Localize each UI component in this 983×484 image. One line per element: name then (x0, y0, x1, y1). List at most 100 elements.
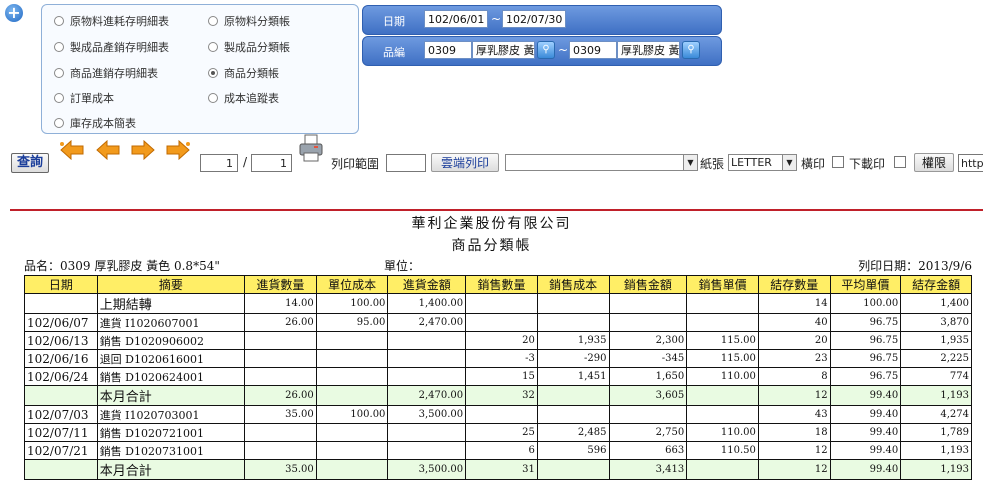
table-cell (244, 349, 317, 368)
download-checkbox[interactable] (894, 156, 906, 168)
monthly-subtotal-row: 本月合計 35.00 3,500.00 31 3,413 12 99.40 1,193 (24, 459, 972, 480)
column-header: 銷售成本 (536, 275, 610, 294)
table-cell: 1,193 (900, 441, 972, 460)
option-product-inventory[interactable]: 製成品產銷存明細表 (54, 39, 169, 55)
table-cell (315, 459, 389, 480)
paper-label: 紙張 (700, 157, 725, 171)
printer-select[interactable]: ▼ (505, 154, 698, 171)
option-goods-inventory[interactable]: 商品進銷存明細表 (54, 65, 158, 81)
option-order-cost[interactable]: 訂單成本 (54, 90, 114, 106)
radio-icon[interactable] (54, 16, 64, 26)
table-cell (24, 459, 98, 480)
paper-select-value: LETTER (731, 156, 772, 169)
table-cell (387, 423, 467, 442)
table-cell (315, 367, 389, 386)
cloud-print-button[interactable]: 雲端列印 (431, 153, 499, 172)
table-cell (387, 441, 467, 460)
query-button[interactable]: 查詢 (11, 153, 49, 173)
table-cell: 1,935 (900, 331, 972, 350)
current-page-input[interactable]: 1 (200, 154, 238, 172)
item-filter-panel: 品編 0309 厚乳膠皮 黃 ⚲ ~ 0309 厚乳膠皮 黃 ⚲ (362, 36, 722, 66)
table-header: 日期 摘要 進貨數量 單位成本 進貨金額 銷售數量 銷售成本 銷售金額 銷售單價 結存數量 平均單價… (24, 275, 972, 294)
table-cell (536, 313, 610, 332)
table-cell: 本月合計 (96, 385, 246, 406)
table-cell: 115.00 (686, 349, 759, 368)
date-from-input[interactable]: 102/06/01 (424, 10, 488, 28)
table-cell: 進貨 I1020703001 (96, 405, 246, 424)
column-header: 單位成本 (315, 275, 389, 294)
table-cell: 3,500.00 (387, 459, 467, 480)
option-inventory-cost-summary[interactable]: 庫存成本簡表 (54, 115, 136, 131)
prev-page-icon[interactable] (95, 140, 121, 160)
printer-icon[interactable] (298, 133, 324, 163)
table-cell: -290 (536, 349, 610, 368)
unit-label: 單位： (384, 259, 421, 273)
radio-icon[interactable] (54, 68, 64, 78)
option-material-ledger[interactable]: 原物料分類帳 (208, 13, 290, 29)
table-cell: 100.00 (315, 293, 389, 314)
radio-icon[interactable] (54, 93, 64, 103)
table-cell: 1,451 (536, 367, 610, 386)
table-cell (244, 423, 317, 442)
radio-icon[interactable] (208, 93, 218, 103)
table-cell: 6 (465, 441, 538, 460)
table-cell: 18 (757, 423, 831, 442)
table-cell: -3 (465, 349, 538, 368)
print-range-label: 列印範圍 (331, 157, 380, 171)
table-cell: 43 (757, 405, 831, 424)
table-cell: 596 (536, 441, 610, 460)
table-cell: 20 (757, 331, 831, 350)
table-cell (315, 441, 389, 460)
option-cost-tracking[interactable]: 成本追蹤表 (208, 90, 279, 106)
table-cell (315, 385, 389, 406)
table-cell: 1,400.00 (387, 293, 467, 314)
table-cell (536, 293, 610, 314)
table-row: 102/06/16 退回 D1020616001 -3 -290 -345 115.00 2… (24, 349, 972, 368)
radio-icon[interactable] (54, 42, 64, 52)
option-goods-ledger[interactable]: 商品分類帳 (208, 65, 279, 81)
landscape-checkbox[interactable] (832, 156, 844, 168)
table-cell: 110.50 (686, 441, 759, 460)
table-cell: 96.75 (829, 349, 902, 368)
column-header: 平均單價 (829, 275, 902, 294)
permission-button[interactable]: 權限 (914, 153, 954, 172)
item-from-name-input[interactable]: 厚乳膠皮 黃 (472, 41, 535, 59)
item-to-name-input[interactable]: 厚乳膠皮 黃 (617, 41, 680, 59)
item-to-code-input[interactable]: 0309 (569, 41, 617, 59)
table-cell: 本月合計 (96, 459, 246, 480)
option-material-consumption[interactable]: 原物料進耗存明細表 (54, 13, 169, 29)
search-icon[interactable]: ⚲ (682, 41, 700, 59)
table-cell: 進貨 I1020607001 (96, 313, 246, 332)
print-range-input[interactable] (386, 154, 426, 172)
table-cell: 銷售 D1020731001 (96, 441, 246, 460)
radio-icon[interactable] (54, 118, 64, 128)
add-icon[interactable]: + (5, 4, 23, 22)
table-cell (387, 367, 467, 386)
table-cell: 99.40 (829, 423, 902, 442)
table-cell: 102/06/07 (24, 313, 98, 332)
last-page-icon[interactable] (165, 140, 191, 160)
table-cell (686, 459, 759, 480)
table-cell: 上期結轉 (96, 293, 246, 314)
table-cell: 23 (757, 349, 831, 368)
date-to-input[interactable]: 102/07/30 (502, 10, 566, 28)
next-page-icon[interactable] (130, 140, 156, 160)
radio-icon[interactable] (208, 42, 218, 52)
item-from-code-input[interactable]: 0309 (424, 41, 472, 59)
option-product-ledger[interactable]: 製成品分類帳 (208, 39, 290, 55)
first-page-icon[interactable] (59, 140, 85, 160)
table-cell (24, 293, 98, 314)
table-row: 上期結轉 14.00 100.00 1,400.00 14 100.00 1,400 (24, 293, 972, 314)
table-cell (387, 331, 467, 350)
paper-select[interactable]: LETTER ▼ (728, 154, 797, 171)
radio-icon[interactable] (208, 16, 218, 26)
table-cell (608, 405, 688, 424)
radio-selected-icon[interactable] (208, 68, 218, 78)
url-field[interactable]: http (958, 154, 983, 172)
chevron-down-icon: ▼ (782, 155, 796, 170)
table-cell: 102/07/03 (24, 405, 98, 424)
search-icon[interactable]: ⚲ (537, 41, 555, 59)
table-cell: 99.40 (829, 441, 902, 460)
table-cell (465, 405, 538, 424)
date-filter-panel: 日期 102/06/01 ~ 102/07/30 (362, 5, 722, 35)
